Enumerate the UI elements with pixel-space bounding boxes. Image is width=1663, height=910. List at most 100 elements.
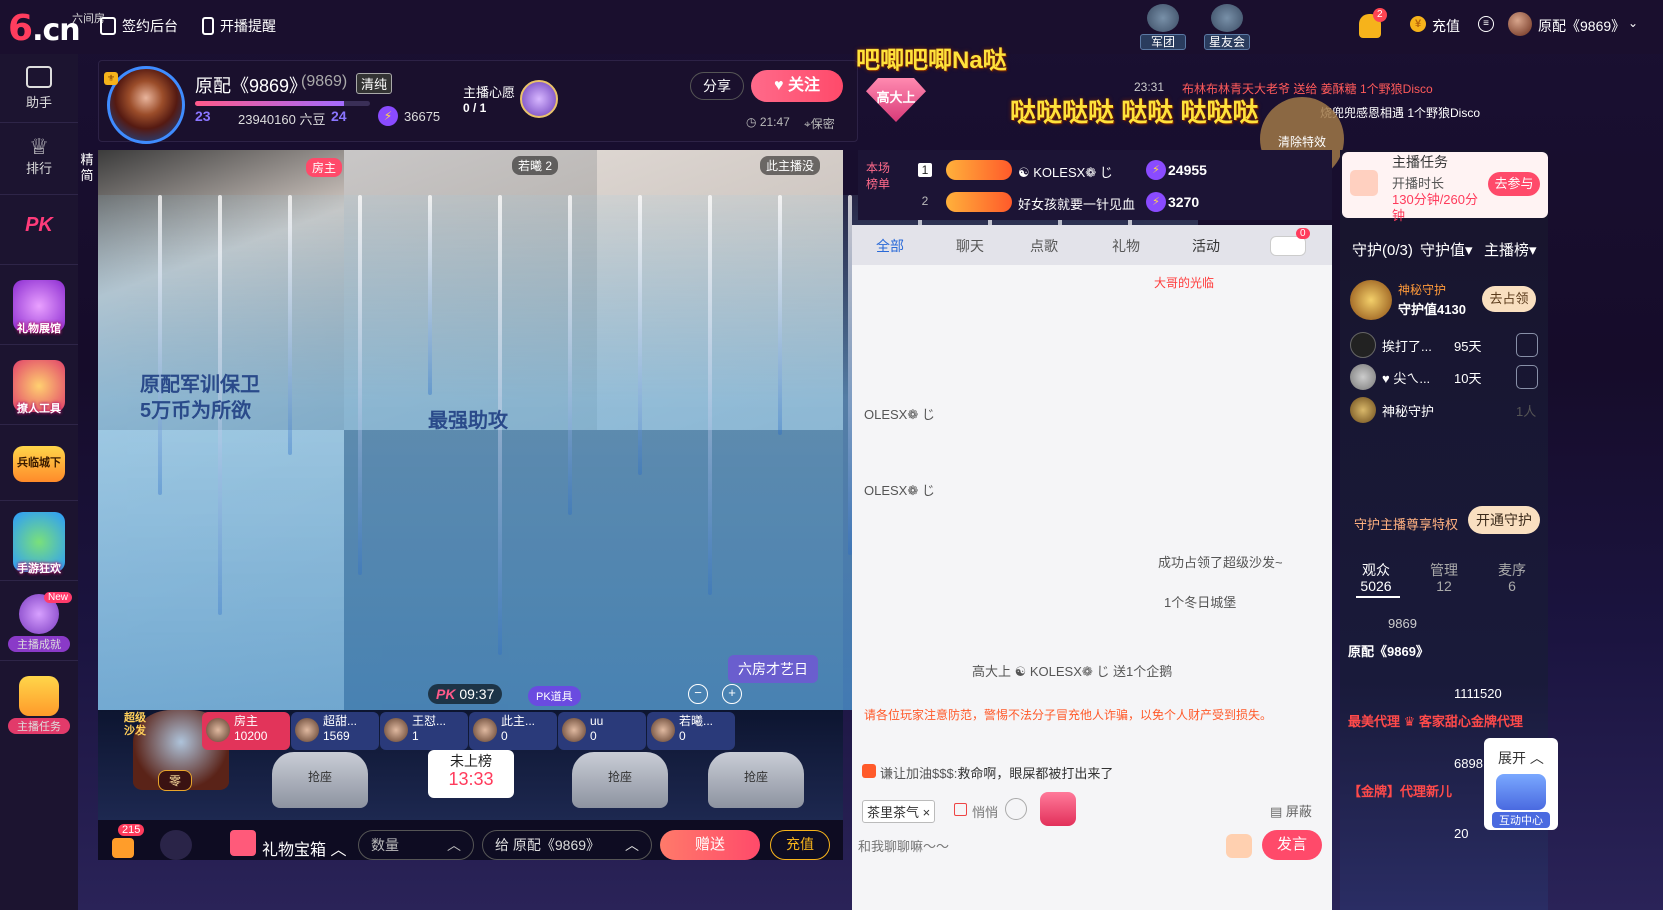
guest-tag: 若曦 2 [512,156,559,175]
audience-item[interactable]: 1111520 [1454,686,1502,701]
tab-songs[interactable]: 点歌 [1030,236,1058,256]
energy-count: 36675 [404,109,441,124]
avatar [473,718,497,742]
guard-crown-icon [1350,280,1392,320]
quantity-select[interactable]: 数量 ︿ [358,830,474,860]
interaction-center-icon [1496,774,1546,810]
sidebar-item-mobile-game[interactable]: 手游狂欢 [0,512,78,576]
ice-cream-icon[interactable] [160,830,192,860]
backpack-icon[interactable] [112,838,134,858]
tab-guard[interactable]: 守护(0/3) [1352,239,1413,260]
user-avatar[interactable] [1508,12,1532,36]
grab-seat-button[interactable]: 抢座 [708,752,804,808]
anchor-wish-title[interactable]: 主播心愿 [463,82,515,101]
sidebar-item-ranking[interactable]: ♕ 排行 [0,136,78,177]
emoji-icon[interactable] [1005,798,1027,820]
user-name[interactable]: 原配《9869》 [1538,16,1625,36]
gift-box-label[interactable]: 礼物宝箱 ︿ [262,836,346,860]
share-button[interactable]: 分享 [690,72,744,100]
chat-tag[interactable]: 茶里茶气 × [862,800,936,823]
sidebar-item-anchor-task[interactable]: 主播任务 [0,676,78,734]
audience-item[interactable]: 20 [1454,826,1468,841]
site-logo[interactable]: 6.cn [8,8,81,49]
anchor-avatar[interactable] [107,66,185,144]
tab-gifts[interactable]: 礼物 [1112,236,1140,256]
live-timer: ◷ 21:47 [746,115,790,129]
chat-input[interactable] [858,832,1258,860]
grab-seat-button[interactable]: 抢座 [572,752,668,808]
anchor-wish-count: 0 / 1 [463,101,487,115]
tab-chat[interactable]: 聊天 [956,236,984,256]
grab-seat-button[interactable]: 抢座 [272,752,368,808]
talent-day-button[interactable]: 六房才艺日 [728,655,818,683]
mic-tag: 此主播没 [760,156,821,175]
menu-icon[interactable]: ≡ [1478,16,1494,32]
tab-managers[interactable]: 管理 12 [1422,562,1466,594]
star-club-button[interactable]: 星友会 [1204,4,1250,50]
document-icon [100,17,116,35]
sidebar-item-flirt-tool[interactable]: 撩人工具 [0,360,78,416]
seat-chip[interactable]: 若曦... 0 [647,712,735,750]
tab-audience[interactable]: 观众 5026 [1352,562,1400,594]
seat-chip[interactable]: 超甜... 1569 [291,712,379,750]
legion-button[interactable]: 军团 [1140,4,1186,50]
host-tag: 房主 [306,158,343,177]
welcome-message: 大哥的光临 [1154,276,1215,290]
seat-chip[interactable]: 此主... 0 [469,712,557,750]
compact-toggle[interactable]: 精简 [78,152,96,184]
sidebar-item-anchor-achievement[interactable]: New 主播成就 [0,592,78,652]
sign-backend-link[interactable]: 签约后台 [100,16,178,36]
send-message-button[interactable]: 发言 [1262,830,1322,860]
block-button[interactable]: ▤ 屏蔽 [1270,801,1312,820]
seat-chip[interactable]: uu 0 [558,712,646,750]
audience-item[interactable]: 最美代理 ♛ 客家甜心金牌代理 [1348,711,1523,730]
recipient-select[interactable]: 给 原配《9869》 ︿ [482,830,652,860]
occupy-button[interactable]: 去占领 [1482,286,1536,312]
sidebar-item-siege-game[interactable]: 兵临城下 [0,446,78,482]
sidebar-item-assistant[interactable]: 助手 [0,66,78,111]
guard-list-item[interactable]: ♥ 尖ㄟ... 10天 [1350,362,1540,392]
tab-anchor-rank[interactable]: 主播榜▾ [1484,239,1537,260]
recharge-link[interactable]: 充值 [1432,16,1460,36]
car-icon[interactable] [1270,236,1306,256]
tab-guard-value[interactable]: 守护值▾ [1420,239,1473,260]
gift-box-icon[interactable] [230,830,256,856]
anchor-level: 24 [331,108,347,124]
rocket-icon[interactable] [1226,834,1252,858]
rank-board-title[interactable]: 本场榜单 [866,160,896,192]
wish-badge-icon[interactable] [520,80,558,118]
red-packet-icon[interactable] [1040,792,1076,826]
whisper-checkbox[interactable] [954,803,967,816]
join-task-button[interactable]: 去参与 [1488,172,1540,196]
chevron-down-icon[interactable]: ⌄ [1628,16,1638,30]
sidebar-item-gift-hall[interactable]: 礼物展馆 [0,280,78,336]
effect-text-line1: 吧唧吧唧Na哒 [856,47,1007,74]
guard-privilege-text: 守护主播尊享特权 [1354,517,1459,532]
guard-list-item[interactable]: 挨打了... 95天 [1350,330,1540,360]
chat-message: 1个冬日城堡 [1164,595,1237,610]
expand-button[interactable]: 展开 ︿ 互动中心 [1484,738,1558,830]
tab-all[interactable]: 全部 [876,236,904,256]
tab-mic-queue[interactable]: 麦序 6 [1490,562,1534,594]
recharge-button[interactable]: 充值 [770,830,830,860]
open-guard-button[interactable]: 开通守护 [1468,506,1540,534]
rank-name[interactable]: 好女孩就要一针见血 [1018,194,1135,213]
live-reminder-link[interactable]: 开播提醒 [202,16,276,36]
zoom-in-button[interactable]: + [722,684,742,704]
audience-item[interactable]: 6898 [1454,756,1483,771]
audience-item[interactable]: 【金牌】代理新儿 [1348,781,1452,800]
pk-boost-button[interactable]: PK道具 [528,686,581,706]
rank-name[interactable]: ☯ KOLESX❁ じ [1018,162,1113,181]
rank-value: 24955 [1168,162,1207,178]
seat-chip[interactable]: 王怼... 1 [380,712,468,750]
audience-item[interactable]: 9869 [1388,616,1417,631]
audience-item[interactable]: 原配《9869》 [1348,641,1429,660]
send-gift-button[interactable]: 赠送 [660,830,760,860]
zoom-out-button[interactable]: − [688,684,708,704]
follow-button[interactable]: ♥ 关注 [751,70,843,102]
effect-text-line2: 哒哒哒哒 哒哒 哒哒哒 [1010,97,1259,127]
tab-activity[interactable]: 活动 [1192,236,1220,256]
guard-list-item[interactable]: 神秘守护 1人 [1350,395,1540,425]
sidebar-item-pk[interactable]: PK [0,214,78,237]
seat-chip[interactable]: 房主 10200 [202,712,290,750]
